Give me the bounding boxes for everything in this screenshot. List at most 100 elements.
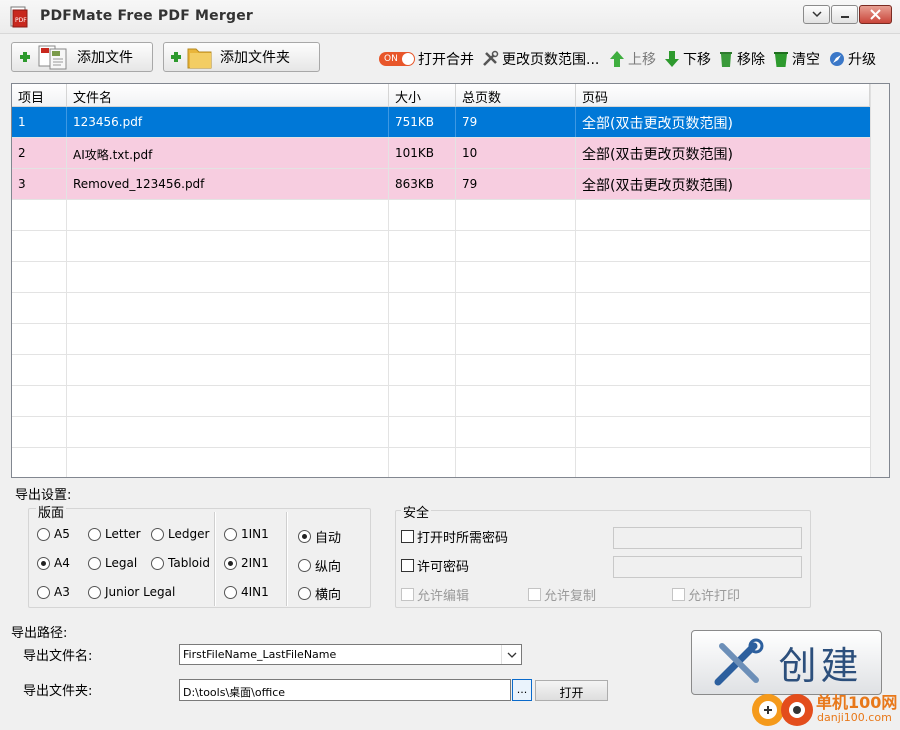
permission-password-checkbox[interactable]: 许可密码 <box>401 556 469 575</box>
radio-tabloid[interactable]: Tabloid <box>151 556 210 570</box>
row-pages: 79 <box>456 169 576 199</box>
radio-4in1[interactable]: 4IN1 <box>224 585 269 599</box>
header-index[interactable]: 项目 <box>12 84 67 107</box>
move-down-button[interactable]: 下移 <box>664 49 711 69</box>
row-file-name: 123456.pdf <box>67 107 389 137</box>
radio-indicator[interactable] <box>37 585 50 599</box>
checkbox-box[interactable] <box>672 588 685 601</box>
checkbox-label: 打开时所需密码 <box>417 531 509 546</box>
pdfmate-app-icon: PDF <box>10 6 28 28</box>
radio-indicator[interactable] <box>224 585 237 599</box>
empty-row <box>12 231 870 262</box>
output-folder-input[interactable]: D:\tools\桌面\office <box>179 679 511 701</box>
radio-indicator[interactable] <box>298 587 311 600</box>
row-page-range[interactable]: 全部(双击更改页数范围) <box>576 169 870 199</box>
radio-letter[interactable]: Letter <box>88 527 141 541</box>
radio-auto[interactable]: 自动 <box>298 527 341 546</box>
empty-row <box>12 262 870 293</box>
dropdown-menu-button[interactable] <box>803 5 830 24</box>
radio-indicator[interactable] <box>151 556 164 570</box>
radio-indicator[interactable] <box>224 556 237 570</box>
title-bar: PDF PDFMate Free PDF Merger <box>0 0 900 34</box>
radio-label: 2IN1 <box>241 556 269 570</box>
divider <box>214 512 216 606</box>
radio-indicator[interactable] <box>88 527 101 541</box>
output-path-label: 导出路径: <box>11 626 68 641</box>
add-folder-button[interactable]: 添加文件夹 <box>163 42 320 72</box>
radio-a5[interactable]: A5 <box>37 527 70 541</box>
header-total-pages[interactable]: 总页数 <box>456 84 576 107</box>
allow-edit-checkbox[interactable]: 允许编辑 <box>401 585 469 604</box>
tools-icon <box>714 638 764 685</box>
checkbox-box[interactable] <box>401 559 414 572</box>
radio-indicator[interactable] <box>298 530 311 543</box>
radio-a4[interactable]: A4 <box>37 556 70 570</box>
row-page-range[interactable]: 全部(双击更改页数范围) <box>576 107 870 137</box>
checkbox-label: 允许打印 <box>688 589 741 604</box>
table-row-selected[interactable]: 1 123456.pdf 751KB 79 全部(双击更改页数范围) <box>12 107 870 138</box>
security-label: 安全 <box>401 502 432 521</box>
header-page-range[interactable]: 页码 <box>576 84 870 107</box>
minimize-button[interactable] <box>831 5 858 24</box>
radio-legal[interactable]: Legal <box>88 556 137 570</box>
row-size: 863KB <box>389 169 456 199</box>
checkbox-box[interactable] <box>401 530 414 543</box>
permission-password-input[interactable] <box>613 556 802 578</box>
file-name-label: 导出文件名: <box>23 649 93 664</box>
radio-indicator[interactable] <box>88 556 101 570</box>
table-row[interactable]: 2 AI攻略.txt.pdf 101KB 10 全部(双击更改页数范围) <box>12 138 870 169</box>
clear-button[interactable]: 清空 <box>773 49 820 69</box>
divider <box>286 512 288 606</box>
open-password-checkbox[interactable]: 打开时所需密码 <box>401 527 508 546</box>
radio-label: Letter <box>105 527 141 541</box>
radio-indicator[interactable] <box>224 527 237 541</box>
file-name-select[interactable]: FirstFileName_LastFileName <box>179 644 522 665</box>
radio-indicator[interactable] <box>151 527 164 541</box>
open-folder-button[interactable]: 打开 <box>535 680 608 701</box>
compass-icon <box>830 52 844 66</box>
allow-copy-checkbox[interactable]: 允许复制 <box>528 585 596 604</box>
browse-folder-button[interactable]: ... <box>512 679 532 701</box>
checkbox-box[interactable] <box>528 588 541 601</box>
radio-ledger[interactable]: Ledger <box>151 527 209 541</box>
radio-junior-legal[interactable]: Junior Legal <box>88 585 175 599</box>
file-name-value: FirstFileName_LastFileName <box>183 648 337 661</box>
row-page-range[interactable]: 全部(双击更改页数范围) <box>576 138 870 168</box>
radio-indicator[interactable] <box>37 556 50 570</box>
checkbox-label: 允许编辑 <box>417 589 470 604</box>
allow-print-checkbox[interactable]: 允许打印 <box>672 585 740 604</box>
row-pages: 10 <box>456 138 576 168</box>
row-file-name: AI攻略.txt.pdf <box>67 138 389 168</box>
move-up-button[interactable]: 上移 <box>609 49 656 69</box>
row-index: 1 <box>12 107 67 137</box>
vertical-scrollbar[interactable] <box>870 84 889 477</box>
empty-row <box>12 386 870 417</box>
window-title: PDFMate Free PDF Merger <box>40 8 253 24</box>
radio-indicator[interactable] <box>88 585 101 599</box>
radio-a3[interactable]: A3 <box>37 585 70 599</box>
radio-indicator[interactable] <box>298 559 311 572</box>
radio-1in1[interactable]: 1IN1 <box>224 527 269 541</box>
close-button[interactable] <box>859 5 892 24</box>
toggle-switch[interactable]: ON <box>379 52 415 66</box>
radio-indicator[interactable] <box>37 527 50 541</box>
upgrade-button[interactable]: 升级 <box>829 49 876 69</box>
radio-landscape[interactable]: 横向 <box>298 584 341 603</box>
header-file-name[interactable]: 文件名 <box>67 84 389 107</box>
output-settings-label: 导出设置: <box>15 488 72 503</box>
svg-text:PDF: PDF <box>15 17 27 24</box>
open-merge-toggle[interactable]: ON 打开合并 <box>379 49 474 69</box>
add-file-button[interactable]: 添加文件 <box>11 42 153 72</box>
remove-button[interactable]: 移除 <box>718 49 765 69</box>
radio-label: 1IN1 <box>241 527 269 541</box>
table-row[interactable]: 3 Removed_123456.pdf 863KB 79 全部(双击更改页数范… <box>12 169 870 200</box>
add-file-label: 添加文件 <box>77 50 133 66</box>
header-size[interactable]: 大小 <box>389 84 456 107</box>
file-list-table[interactable]: 项目 文件名 大小 总页数 页码 1 123456.pdf 751KB 79 全… <box>11 83 890 478</box>
change-range-button[interactable]: 更改页数范围... <box>481 49 599 69</box>
open-password-input[interactable] <box>613 527 802 549</box>
radio-portrait[interactable]: 纵向 <box>298 556 341 575</box>
radio-2in1[interactable]: 2IN1 <box>224 556 269 570</box>
checkbox-box[interactable] <box>401 588 414 601</box>
chevron-down-icon[interactable] <box>501 645 521 664</box>
